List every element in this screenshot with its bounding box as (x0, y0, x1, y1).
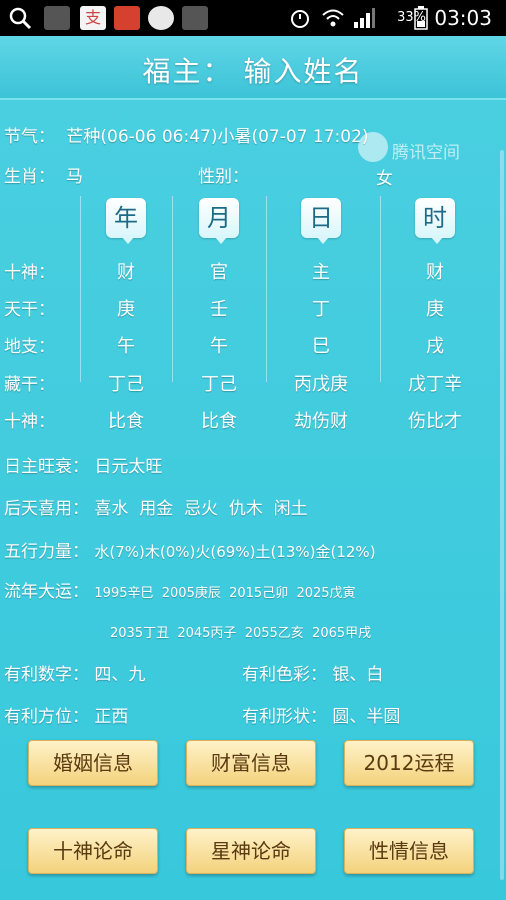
app-icon (114, 6, 140, 30)
fortune-2012-button[interactable]: 2012运程 (344, 740, 474, 786)
column-header-month: 月 (199, 198, 239, 244)
xiyong-row: 后天喜用： 喜水 用金 忌火 仇木 闲土 (4, 494, 308, 519)
row-label: 天干： (4, 300, 55, 320)
rizhu-label: 日主旺衰： (4, 457, 89, 477)
search-icon (9, 7, 32, 30)
scrollbar[interactable] (500, 150, 504, 880)
column-header-year: 年 (106, 198, 146, 244)
weibo-icon (148, 6, 174, 30)
wuxing-value: 水(7%)木(0%)火(69%)土(13%)金(12%) (94, 543, 376, 561)
fangwei-label: 有利方位： (4, 707, 89, 727)
row-label: 十神： (4, 263, 55, 283)
wealth-info-button[interactable]: 财富信息 (186, 740, 316, 786)
table-cell: 巳 (312, 336, 330, 357)
column-header-day: 日 (301, 198, 341, 244)
page-title: 福主： 输入姓名 (142, 55, 364, 88)
table-cell: 戌 (426, 336, 444, 357)
clock: 03:03 (434, 6, 492, 30)
shuzi-row: 有利数字： 四、九 (4, 660, 145, 685)
title-bar: 福主： 输入姓名 (0, 36, 506, 100)
shuzi-label: 有利数字： (4, 665, 89, 685)
alarm-icon (291, 10, 309, 28)
xingbie-value: 女 (376, 169, 393, 189)
mail-app-icon (182, 6, 208, 30)
battery-icon (414, 6, 428, 30)
alipay-icon: 支 (80, 6, 106, 30)
status-bar: 支 33% 03:03 (0, 0, 506, 36)
table-cell: 劫伤财 (294, 411, 348, 432)
jieqi-row: 节气： 芒种(06-06 06:47)小暑(07-07 17:02) (4, 122, 369, 147)
liunian-line-2: 2035丁丑 2045丙子 2055乙亥 2065甲戌 (110, 626, 372, 641)
signal-icon (354, 8, 375, 28)
row-label: 十神： (4, 412, 55, 432)
row-label: 藏干： (4, 375, 55, 395)
shengxiao-value: 马 (66, 167, 83, 187)
secai-row: 有利色彩： 银、白 (242, 660, 383, 685)
mail-app-icon (44, 6, 70, 30)
column-header-hour: 时 (415, 198, 455, 244)
shuzi-value: 四、九 (94, 665, 146, 685)
row-label: 地支： (4, 337, 55, 357)
wuxing-label: 五行力量： (4, 542, 89, 562)
table-cell: 财 (426, 262, 444, 283)
fangwei-row: 有利方位： 正西 (4, 702, 128, 727)
rizhu-value: 日元太旺 (94, 457, 163, 477)
wifi-icon (322, 9, 344, 27)
liunian-label: 流年大运： (4, 582, 89, 602)
shishen-button[interactable]: 十神论命 (28, 828, 158, 874)
jieqi-label: 节气： (4, 127, 55, 147)
xingshen-button[interactable]: 星神论命 (186, 828, 316, 874)
shengxiao-label: 生肖： (4, 167, 55, 187)
xingbie-label: 性别： (198, 167, 249, 187)
secai-label: 有利色彩： (242, 665, 327, 685)
rizhu-row: 日主旺衰： 日元太旺 (4, 452, 162, 477)
liunian-line-1: 1995辛巳 2005庚辰 2015己卯 2025戊寅 (94, 586, 356, 601)
table-cell: 丙戊庚 (294, 374, 348, 395)
fangwei-value: 正西 (94, 707, 129, 727)
liunian-row: 流年大运： 1995辛巳 2005庚辰 2015己卯 2025戊寅 (4, 577, 356, 602)
xingzhuang-label: 有利形状： (242, 707, 327, 727)
wuxing-row: 五行力量： 水(7%)木(0%)火(69%)土(13%)金(12%) (4, 537, 376, 562)
marriage-info-button[interactable]: 婚姻信息 (28, 740, 158, 786)
jieqi-value: 芒种(06-06 06:47)小暑(07-07 17:02) (66, 127, 369, 147)
xiyong-label: 后天喜用： (4, 499, 89, 519)
table-cell: 丁 (312, 299, 330, 320)
table-cell: 庚 (426, 299, 444, 320)
personality-info-button[interactable]: 性情信息 (344, 828, 474, 874)
xiyong-value: 喜水 用金 忌火 仇木 闲土 (94, 499, 308, 519)
table-cell: 伤比才 (408, 411, 462, 432)
table-cell: 戊丁辛 (408, 374, 462, 395)
xingzhuang-row: 有利形状： 圆、半圆 (242, 702, 400, 727)
xingzhuang-value: 圆、半圆 (332, 707, 401, 727)
secai-value: 银、白 (332, 665, 384, 685)
table-cell: 主 (312, 262, 330, 283)
watermark: 腾讯空间 (358, 132, 484, 166)
